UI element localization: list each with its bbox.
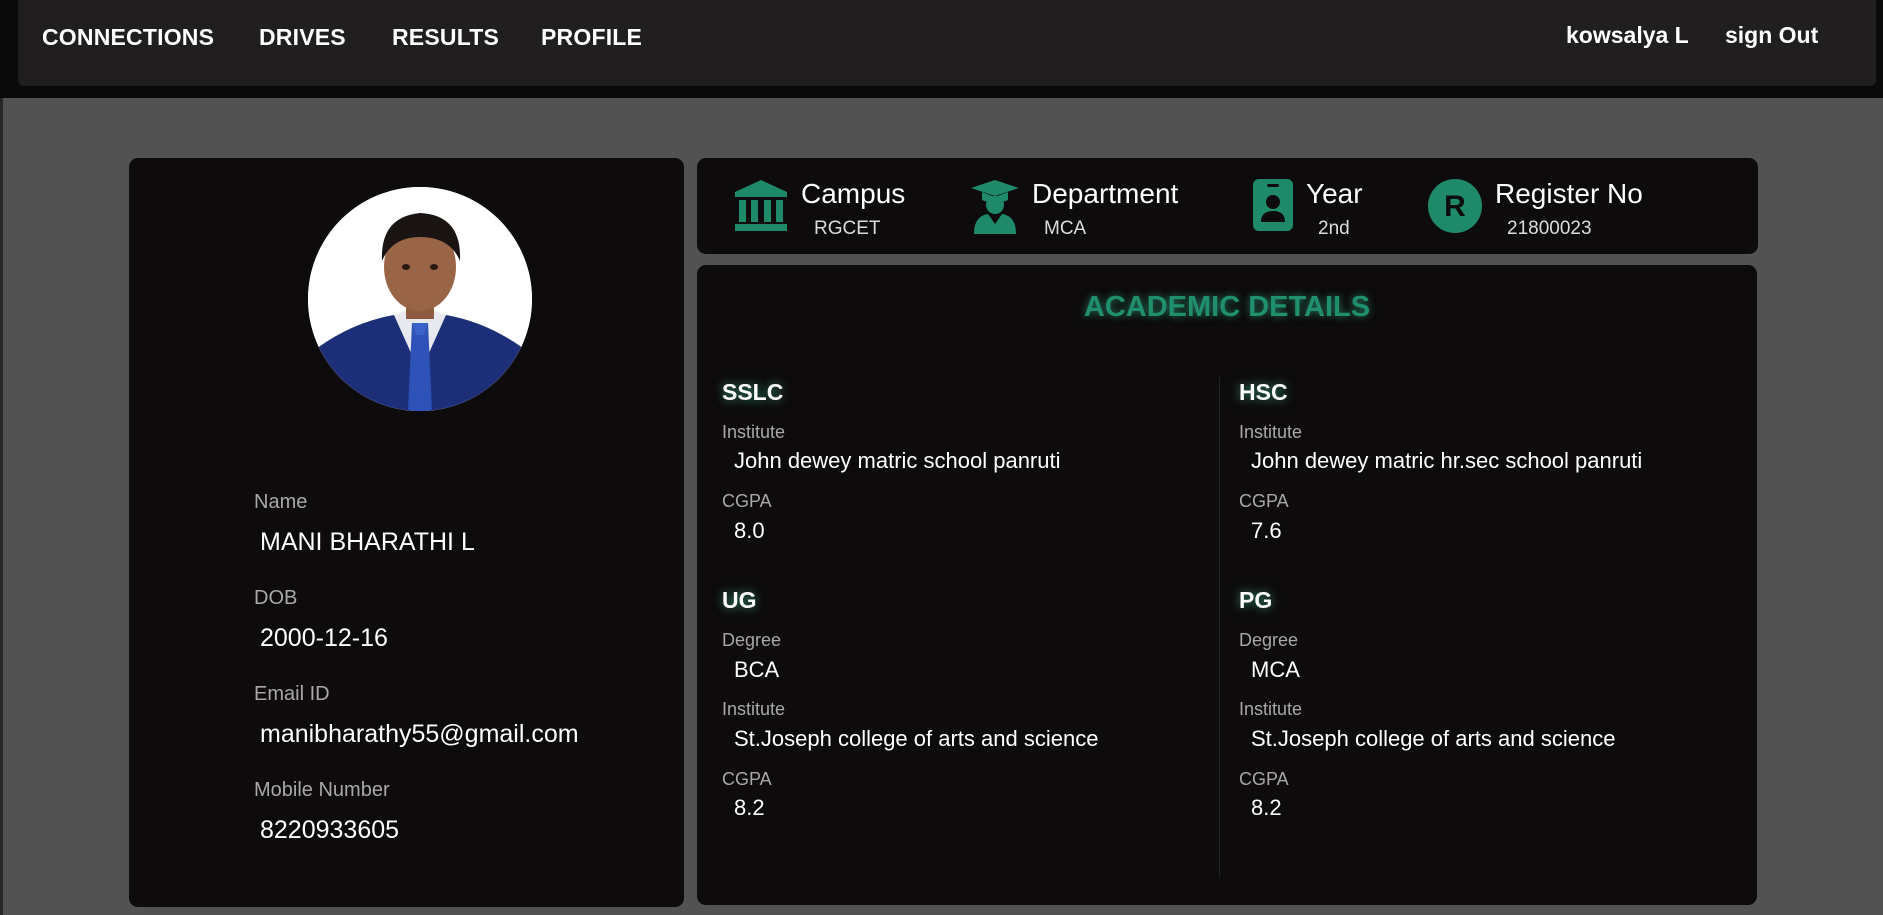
hsc-heading: HSC (1239, 379, 1288, 405)
column-divider (1219, 377, 1220, 877)
pg-degree-label: Degree (1239, 630, 1299, 650)
student-info-strip: Campus RGCET Department MCA Year 2nd R R… (697, 158, 1758, 254)
academic-details-card: ACADEMIC DETAILS SSLC Institute John dew… (697, 265, 1757, 905)
department-title: Department (1032, 178, 1179, 209)
ug-heading: UG (722, 587, 757, 613)
hsc-cgpa-label: CGPA (1239, 491, 1289, 511)
pg-institute-label: Institute (1239, 699, 1303, 719)
campus-value: RGCET (814, 218, 881, 239)
nav-link-results[interactable]: RESULTS (392, 24, 499, 51)
dob-value: 2000-12-16 (260, 624, 388, 652)
id-badge-icon (1253, 179, 1293, 231)
sslc-heading: SSLC (722, 379, 784, 405)
left-edge-strip (0, 98, 3, 915)
ug-cgpa-value: 8.2 (734, 795, 765, 820)
hsc-institute-label: Institute (1239, 422, 1303, 442)
register-title: Register No (1495, 178, 1643, 209)
register-info: R Register No 21800023 (1427, 172, 1677, 242)
ug-institute-label: Institute (722, 699, 786, 719)
register-value: 21800023 (1507, 218, 1592, 239)
registered-icon: R (1428, 179, 1482, 233)
campus-info: Campus RGCET (733, 172, 933, 242)
nav-link-drives[interactable]: DRIVES (259, 24, 346, 51)
mobile-value: 8220933605 (260, 816, 400, 844)
academic-details-title: ACADEMIC DETAILS (1083, 291, 1371, 323)
ug-cgpa-label: CGPA (722, 769, 772, 789)
pg-cgpa-value: 8.2 (1251, 795, 1282, 820)
name-label: Name (254, 491, 308, 513)
nav-link-profile[interactable]: PROFILE (541, 24, 642, 51)
pg-heading: PG (1239, 587, 1273, 613)
pg-institute-value: St.Joseph college of arts and science (1251, 726, 1616, 751)
pg-degree-value: MCA (1251, 657, 1300, 682)
sslc-institute-label: Institute (722, 422, 786, 442)
nav-link-connections[interactable]: CONNECTIONS (42, 24, 214, 51)
sslc-cgpa-label: CGPA (722, 491, 772, 511)
department-value: MCA (1044, 218, 1087, 239)
campus-title: Campus (801, 178, 906, 209)
hsc-cgpa-value: 7.6 (1251, 518, 1282, 543)
year-title: Year (1306, 178, 1363, 209)
avatar-photo-illustration (308, 187, 532, 411)
sign-out-button[interactable]: sign Out (1725, 22, 1818, 49)
top-navigation-bar: CONNECTIONS DRIVES RESULTS PROFILE kowsa… (18, 0, 1876, 86)
user-name-link[interactable]: kowsalya L (1566, 22, 1689, 49)
department-info: Department MCA (970, 172, 1210, 242)
name-value: MANI BHARATHI L (260, 528, 475, 556)
email-value: manibharathy55@gmail.com (260, 720, 579, 748)
hsc-institute-value: John dewey matric hr.sec school panruti (1251, 448, 1643, 473)
email-label: Email ID (254, 683, 330, 705)
ug-degree-label: Degree (722, 630, 782, 650)
graduate-icon (971, 180, 1019, 234)
ug-degree-value: BCA (734, 657, 780, 682)
year-info: Year 2nd (1252, 172, 1392, 242)
profile-card: Name MANI BHARATHI L DOB 2000-12-16 Emai… (129, 158, 684, 907)
pg-cgpa-label: CGPA (1239, 769, 1289, 789)
avatar (308, 187, 532, 411)
sslc-cgpa-value: 8.0 (734, 518, 765, 543)
ug-institute-value: St.Joseph college of arts and science (734, 726, 1099, 751)
registered-icon-letter: R (1444, 190, 1466, 223)
institution-icon (735, 180, 787, 231)
mobile-label: Mobile Number (254, 779, 390, 801)
sslc-institute-value: John dewey matric school panruti (734, 448, 1061, 473)
dob-label: DOB (254, 587, 298, 609)
year-value: 2nd (1318, 218, 1350, 239)
